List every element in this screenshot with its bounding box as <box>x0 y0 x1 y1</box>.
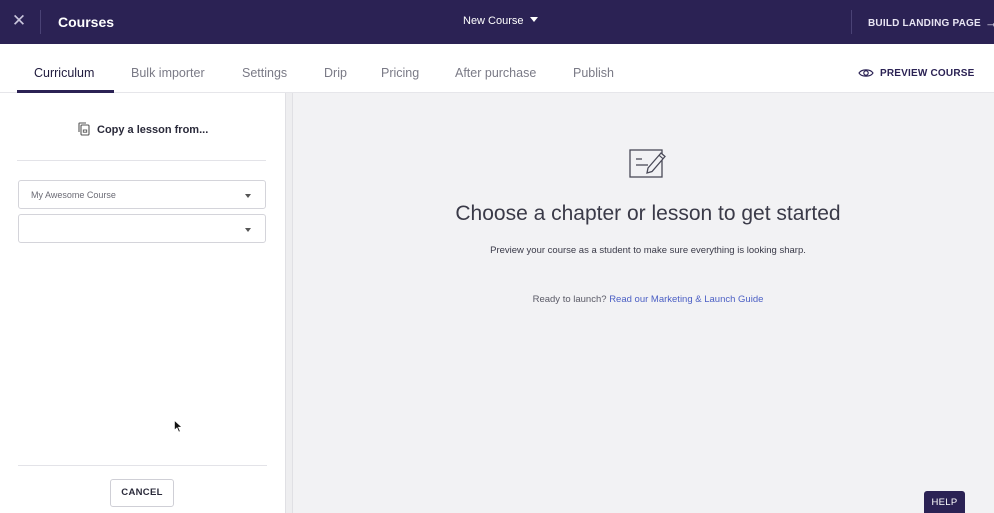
tab-drip[interactable]: Drip <box>324 66 347 80</box>
tab-bulk-importer[interactable]: Bulk importer <box>131 66 205 80</box>
course-tabs: Curriculum Bulk importer Settings Drip P… <box>0 44 994 93</box>
main-empty-state: Choose a chapter or lesson to get starte… <box>293 93 994 513</box>
launch-guide-link[interactable]: Read our Marketing & Launch Guide <box>609 294 763 305</box>
build-landing-page-button[interactable]: BUILD LANDING PAGE → <box>868 15 994 30</box>
preview-course-label: PREVIEW COURSE <box>880 68 975 79</box>
preview-course-button[interactable]: PREVIEW COURSE <box>858 67 974 82</box>
caret-down-icon <box>245 228 251 232</box>
mouse-cursor-icon <box>174 419 183 438</box>
launch-prefix: Ready to launch? <box>532 294 607 305</box>
course-select-label: New Course <box>463 15 524 27</box>
copy-lesson-panel: Copy a lesson from... My Awesome Course … <box>0 93 285 513</box>
copy-lesson-label: Copy a lesson from... <box>97 124 209 136</box>
copy-icon <box>78 122 90 139</box>
panel-resize-handle[interactable] <box>285 93 293 513</box>
tab-publish[interactable]: Publish <box>573 66 614 80</box>
course-select-dropdown[interactable]: New Course <box>463 15 538 27</box>
page-title: Courses <box>58 14 115 30</box>
launch-guide-text: Ready to launch? Read our Marketing & La… <box>293 294 994 305</box>
source-lesson-select[interactable] <box>18 214 266 243</box>
top-bar-divider-right <box>851 10 852 34</box>
top-bar-divider <box>40 10 41 34</box>
arrow-right-icon: → <box>984 15 994 30</box>
empty-state-subtext: Preview your course as a student to make… <box>490 245 806 256</box>
tab-settings[interactable]: Settings <box>242 66 287 80</box>
caret-down-icon <box>245 194 251 198</box>
tab-pricing[interactable]: Pricing <box>381 66 419 80</box>
help-button[interactable]: HELP <box>924 491 965 513</box>
copy-lesson-heading: Copy a lesson from... <box>78 122 208 139</box>
close-icon[interactable]: ✕ <box>10 12 28 30</box>
panel-footer-divider <box>18 465 267 466</box>
tab-after-purchase[interactable]: After purchase <box>455 66 536 80</box>
panel-divider <box>17 160 266 161</box>
caret-down-icon <box>529 17 538 22</box>
empty-state-headline: Choose a chapter or lesson to get starte… <box>455 202 841 225</box>
source-course-select[interactable]: My Awesome Course <box>18 180 266 209</box>
top-bar: ✕ Courses New Course BUILD LANDING PAGE → <box>0 0 994 44</box>
source-course-value: My Awesome Course <box>31 190 116 200</box>
cancel-button[interactable]: CANCEL <box>110 479 174 507</box>
build-landing-page-label: BUILD LANDING PAGE <box>868 18 981 29</box>
eye-icon <box>858 67 874 82</box>
edit-document-icon <box>628 146 668 185</box>
tab-curriculum[interactable]: Curriculum <box>34 66 94 80</box>
